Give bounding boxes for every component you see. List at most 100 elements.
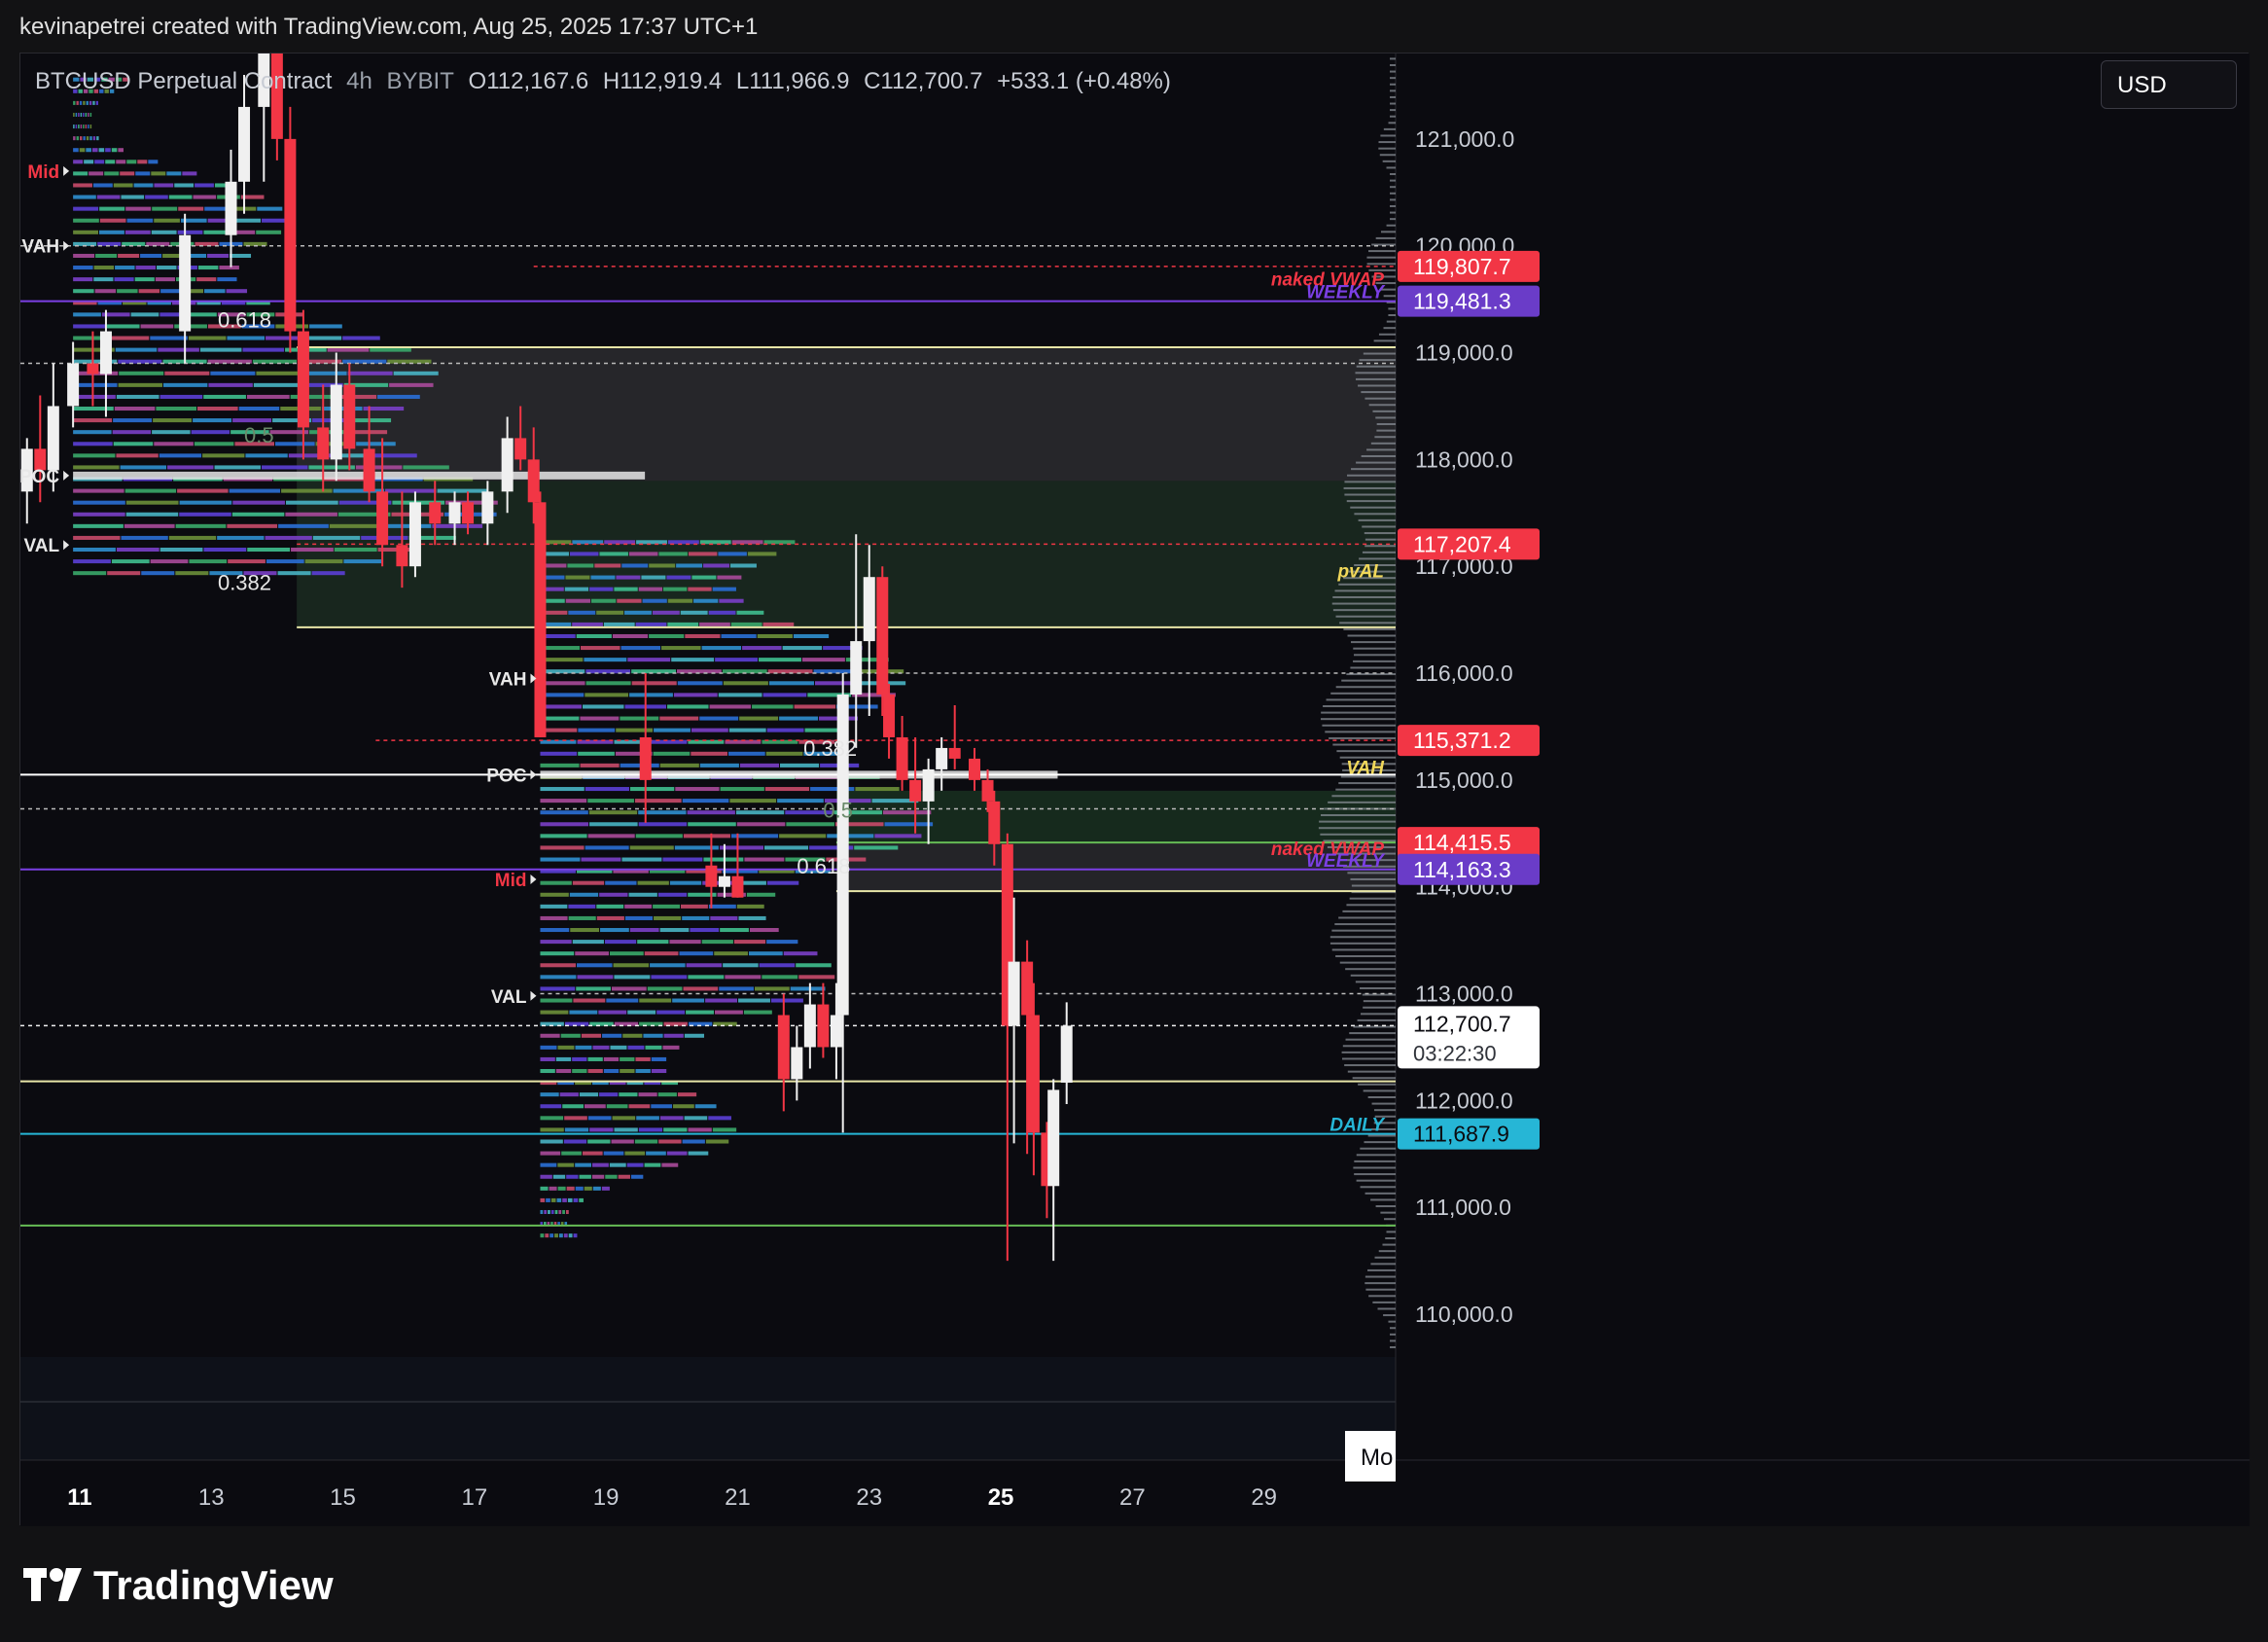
profile-bar xyxy=(612,633,649,638)
profile-bar xyxy=(540,1068,555,1074)
profile-bar xyxy=(634,799,682,803)
profile-bar xyxy=(203,394,246,399)
profile-bar xyxy=(116,160,126,164)
profile-bar xyxy=(291,547,334,553)
profile-bar xyxy=(565,575,590,580)
profile-bar xyxy=(557,1186,566,1191)
profile-bar xyxy=(120,465,167,470)
profile-bar xyxy=(99,218,126,223)
profile-bar xyxy=(178,206,204,211)
profile-bar xyxy=(99,206,125,211)
profile-bar xyxy=(759,658,801,662)
profile-bar xyxy=(125,206,152,211)
profile-bar xyxy=(73,183,92,188)
candle-body xyxy=(99,331,112,375)
chart-panel[interactable]: Mid VAH POC VAL VAH POC Mid VAL 0.618 0.5 0.382 0.3… xyxy=(19,53,2250,1526)
price-tick-label: 113,000.0 xyxy=(1415,982,1513,1007)
profile-row xyxy=(1361,391,1396,394)
price-chart[interactable]: Mid VAH POC VAL VAH POC Mid VAL 0.618 0.5 0.382 0.3… xyxy=(20,54,2250,1526)
profile-row xyxy=(1362,551,1396,553)
profile-bar xyxy=(562,1209,565,1215)
candle-body xyxy=(981,779,994,802)
profile-bar xyxy=(592,1186,601,1191)
time-tick-label: 13 xyxy=(198,1484,225,1511)
profile-row xyxy=(1366,256,1396,259)
profile-bar xyxy=(628,1104,651,1109)
profile-bar xyxy=(73,394,116,399)
profile-bar xyxy=(801,658,845,662)
profile-bar xyxy=(540,892,569,897)
profile-bar xyxy=(580,763,620,767)
profile-bar xyxy=(167,465,214,470)
profile-row xyxy=(1341,1051,1396,1053)
profile-bar xyxy=(540,1104,562,1109)
profile-bar xyxy=(175,523,227,528)
brand-logo[interactable]: TradingView xyxy=(23,1562,334,1609)
profile-bar xyxy=(564,1116,587,1121)
profile-bar xyxy=(643,1033,663,1038)
line-label: VAH xyxy=(1346,759,1385,779)
profile-bar xyxy=(630,1174,644,1179)
profile-bar xyxy=(663,587,688,591)
profile-bar xyxy=(257,206,283,211)
fib-label: 0.382 xyxy=(218,571,271,595)
exchange-label: BYBIT xyxy=(386,68,454,94)
profile-bar xyxy=(585,681,631,686)
profile-bar xyxy=(545,1233,549,1238)
profile-bar xyxy=(628,892,657,897)
fib-label: 0.618 xyxy=(218,307,271,332)
profile-bar xyxy=(622,1033,643,1038)
profile-bar xyxy=(691,751,728,756)
profile-bar xyxy=(277,571,311,576)
time-tick-label: 19 xyxy=(593,1484,620,1511)
interval-label[interactable]: 4h xyxy=(346,68,372,94)
profile-bar xyxy=(84,160,94,164)
profile-bar xyxy=(266,559,304,564)
profile-bar xyxy=(684,1033,705,1038)
profile-row xyxy=(1343,627,1396,630)
profile-bar xyxy=(569,892,599,897)
profile-bar xyxy=(663,1127,688,1132)
profile-bar xyxy=(195,183,214,188)
profile-bar xyxy=(304,559,343,564)
profile-bar xyxy=(159,547,203,553)
ohlc-legend: BTCUSD Perpetual Contract 4h BYBIT O112,… xyxy=(35,68,1179,95)
profile-row xyxy=(1390,83,1396,86)
profile-row xyxy=(1349,897,1396,900)
profile-row xyxy=(1388,122,1396,125)
profile-bar xyxy=(207,359,252,364)
profile-bar xyxy=(73,547,116,553)
profile-bar xyxy=(73,442,113,446)
profile-bar xyxy=(111,148,118,153)
profile-bar xyxy=(94,160,105,164)
profile-bar xyxy=(638,1092,657,1097)
profile-row xyxy=(1353,660,1396,662)
profile-row xyxy=(1390,89,1396,92)
profile-bar xyxy=(645,1045,662,1050)
profile-bar xyxy=(708,1116,731,1121)
profile-bar xyxy=(572,940,604,945)
profile-row xyxy=(1364,538,1396,541)
profile-bar xyxy=(540,787,585,792)
profile-bar xyxy=(606,998,639,1003)
profile-bar xyxy=(166,171,182,176)
profile-bar xyxy=(75,125,78,129)
symbol-name[interactable]: BTCUSD Perpetual Contract xyxy=(35,68,332,94)
profile-bar xyxy=(720,928,749,933)
profile-bar xyxy=(540,1139,563,1144)
profile-row xyxy=(1332,743,1396,746)
profile-row xyxy=(1355,981,1396,983)
profile-bar xyxy=(558,1209,562,1215)
profile-bar xyxy=(290,394,334,399)
profile-bar xyxy=(567,563,594,568)
candle-body xyxy=(1060,1025,1073,1083)
profile-bar xyxy=(168,535,217,540)
profile-row xyxy=(1378,1250,1396,1253)
profile-bar xyxy=(705,998,738,1003)
profile-bar xyxy=(374,453,417,458)
profile-bar xyxy=(680,610,708,615)
currency-button[interactable]: USD xyxy=(2101,60,2237,109)
profile-bar xyxy=(549,1186,557,1191)
profile-row xyxy=(1350,974,1396,977)
profile-bar xyxy=(540,658,584,662)
